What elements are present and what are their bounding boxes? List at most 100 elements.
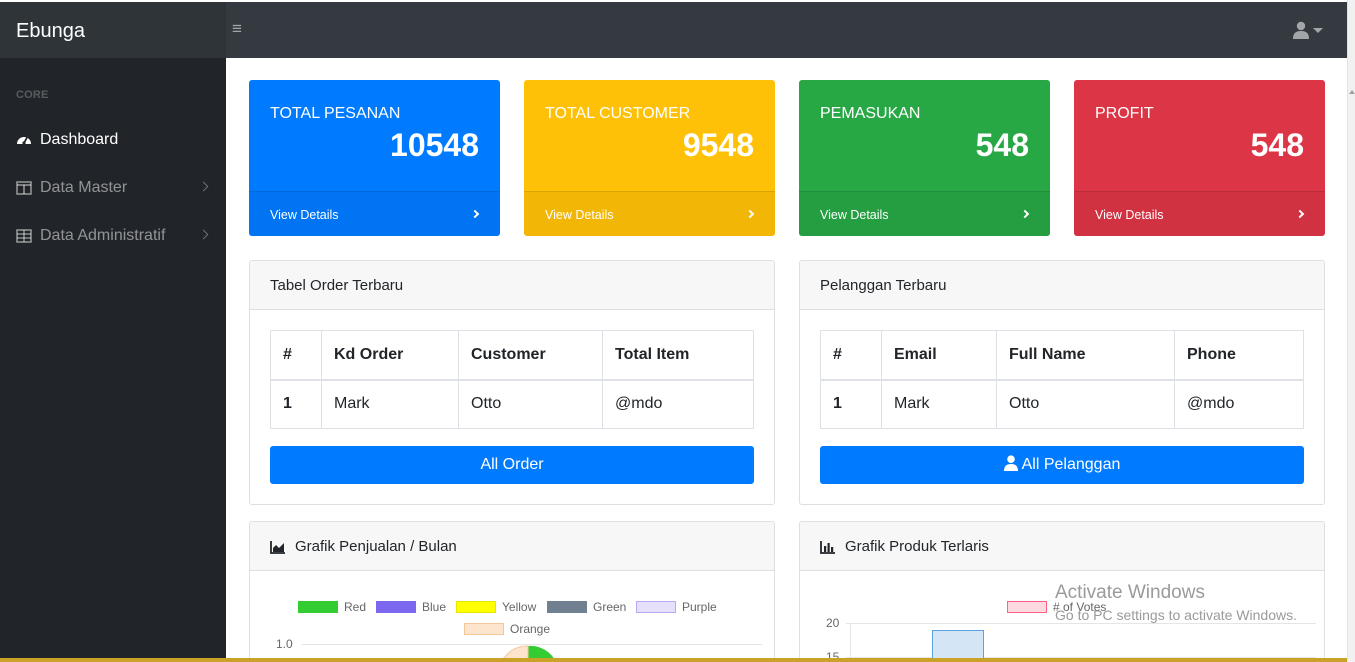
- bottom-edge-strip: [0, 658, 1347, 662]
- user-menu-button[interactable]: [1293, 21, 1327, 41]
- panel-title: Tabel Order Terbaru: [270, 277, 404, 294]
- card-title: TOTAL CUSTOMER: [545, 105, 691, 122]
- orders-table: # Kd Order Customer Total Item 1 Mark Ot…: [270, 330, 754, 429]
- sidebar: CORE Dashboard Data Master Data Administ…: [0, 58, 226, 662]
- panel-header: Grafik Penjualan / Bulan: [250, 522, 774, 571]
- view-details-label: View Details: [1095, 208, 1164, 222]
- column-header: #: [820, 330, 882, 381]
- chevron-right-icon: [745, 209, 755, 219]
- sidebar-item-data-administratif[interactable]: Data Administratif: [0, 216, 226, 256]
- column-header: Phone: [1174, 330, 1304, 381]
- legend-label: Red: [344, 600, 367, 614]
- legend-swatch: [376, 601, 416, 613]
- legend-label: Yellow: [502, 600, 537, 614]
- scroll-up-arrow-icon[interactable]: [1349, 90, 1355, 94]
- button-label: All Pelanggan: [1021, 456, 1121, 473]
- table-cell: @mdo: [602, 379, 754, 429]
- panel-title: Grafik Produk Terlaris: [845, 538, 989, 555]
- table-cell: Mark: [881, 379, 997, 429]
- page-scrollbar[interactable]: [1347, 0, 1355, 662]
- legend-swatch: [464, 623, 504, 635]
- panel-title: Pelanggan Terbaru: [820, 277, 947, 294]
- area-chart-icon: [270, 541, 285, 554]
- panel-header: Grafik Produk Terlaris: [800, 522, 1324, 571]
- table-row: 1 Mark Otto @mdo: [270, 379, 754, 429]
- card-value: 9548: [682, 127, 754, 163]
- button-label: All Order: [480, 456, 544, 473]
- table-cell: @mdo: [1174, 379, 1304, 429]
- orders-panel: Tabel Order Terbaru # Kd Order Customer …: [249, 260, 775, 505]
- grid-line: [850, 623, 851, 662]
- table-cell: Otto: [996, 379, 1175, 429]
- column-header: Full Name: [996, 330, 1175, 381]
- all-order-button[interactable]: All Order: [270, 446, 754, 484]
- chevron-right-icon: [1295, 209, 1305, 219]
- table-cell: 1: [820, 379, 882, 429]
- card-title: PEMASUKAN: [820, 105, 921, 122]
- view-details-label: View Details: [270, 208, 339, 222]
- sidebar-item-data-master[interactable]: Data Master: [0, 168, 226, 208]
- columns-icon: [16, 181, 32, 195]
- sidebar-item-label: Data Administratif: [40, 227, 166, 244]
- card-total-pesanan: TOTAL PESANAN 10548 View Details: [249, 80, 500, 236]
- legend-swatch: [456, 601, 496, 613]
- user-icon: [1293, 21, 1309, 39]
- chevron-right-icon: [1020, 209, 1030, 219]
- sidebar-item-label: Dashboard: [40, 131, 119, 148]
- chevron-right-icon: [198, 229, 209, 240]
- legend-swatch: [547, 601, 587, 613]
- table-icon: [16, 229, 32, 243]
- legend-label: Orange: [510, 622, 551, 636]
- tachometer-icon: [17, 137, 31, 145]
- card-title: PROFIT: [1095, 105, 1154, 122]
- card-pemasukan: PEMASUKAN 548 View Details: [799, 80, 1050, 236]
- legend-label: Purple: [682, 600, 717, 614]
- activate-windows-title: Activate Windows: [1055, 582, 1205, 603]
- card-title: TOTAL PESANAN: [270, 105, 401, 122]
- table-header-row: # Email Full Name Phone: [820, 330, 1304, 381]
- legend-swatch: [298, 601, 338, 613]
- card-profit: PROFIT 548 View Details: [1074, 80, 1325, 236]
- sidebar-toggle-icon[interactable]: ≡: [232, 20, 250, 38]
- view-details-link[interactable]: View Details: [1074, 191, 1325, 236]
- table-header-row: # Kd Order Customer Total Item: [270, 330, 754, 381]
- sidebar-item-label: Data Master: [40, 179, 128, 196]
- table-cell: Mark: [321, 379, 459, 429]
- top-navbar: Ebunga ≡: [0, 2, 1347, 58]
- legend-swatch: [636, 601, 676, 613]
- panel-header: Tabel Order Terbaru: [250, 261, 774, 310]
- chevron-right-icon: [198, 181, 209, 192]
- panel-header: Pelanggan Terbaru: [800, 261, 1324, 310]
- chevron-right-icon: [470, 209, 480, 219]
- column-header: Customer: [458, 330, 603, 381]
- column-header: Kd Order: [321, 330, 459, 381]
- view-details-link[interactable]: View Details: [524, 191, 775, 236]
- sales-chart-panel: Grafik Penjualan / Bulan Red Blue Yellow…: [249, 521, 775, 662]
- grid-line: [846, 623, 1316, 624]
- table-cell: 1: [270, 379, 322, 429]
- column-header: Total Item: [602, 330, 754, 381]
- view-details-label: View Details: [545, 208, 614, 222]
- legend-label: Blue: [422, 600, 447, 614]
- card-total-customer: TOTAL CUSTOMER 9548 View Details: [524, 80, 775, 236]
- user-icon: [1003, 455, 1018, 471]
- view-details-label: View Details: [820, 208, 889, 222]
- column-header: #: [270, 330, 322, 381]
- view-details-link[interactable]: View Details: [799, 191, 1050, 236]
- legend-swatch: [1007, 601, 1047, 613]
- customers-table: # Email Full Name Phone 1 Mark Otto @mdo: [820, 330, 1304, 429]
- brand-logo[interactable]: Ebunga: [16, 20, 85, 43]
- table-row: 1 Mark Otto @mdo: [820, 379, 1304, 429]
- panel-title: Grafik Penjualan / Bulan: [295, 538, 457, 555]
- sidebar-item-dashboard[interactable]: Dashboard: [0, 120, 226, 160]
- bar-chart-icon: [820, 541, 835, 554]
- y-tick-label: 20: [826, 616, 840, 630]
- brand-area: Ebunga: [0, 2, 226, 58]
- card-value: 10548: [390, 127, 479, 163]
- card-value: 548: [1250, 127, 1304, 163]
- view-details-link[interactable]: View Details: [249, 191, 500, 236]
- column-header: Email: [881, 330, 997, 381]
- customers-panel: Pelanggan Terbaru # Email Full Name Phon…: [799, 260, 1325, 505]
- table-cell: Otto: [458, 379, 603, 429]
- all-pelanggan-button[interactable]: All Pelanggan: [820, 446, 1304, 484]
